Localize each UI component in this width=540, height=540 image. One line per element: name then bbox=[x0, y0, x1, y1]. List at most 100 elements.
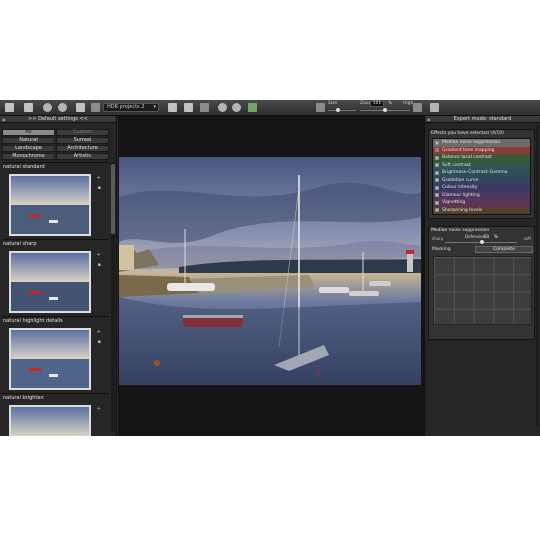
masking-select[interactable]: Complete bbox=[475, 246, 533, 253]
defensive-slider-row: sharp Defensive 50 % soft bbox=[429, 234, 534, 246]
effect-checkbox[interactable] bbox=[435, 170, 439, 175]
settings-icon[interactable] bbox=[200, 103, 209, 112]
size-slider[interactable] bbox=[328, 110, 356, 111]
trash-icon[interactable]: ▪ bbox=[98, 339, 101, 345]
print-icon[interactable] bbox=[184, 103, 193, 112]
effect-label: Soft contrast bbox=[442, 162, 471, 168]
zoom-input[interactable]: 101 bbox=[370, 101, 384, 107]
plus-icon[interactable]: + bbox=[97, 175, 101, 181]
preset-item[interactable]: natural highlight details + ▪ bbox=[2, 316, 109, 391]
effect-checkbox[interactable] bbox=[435, 200, 439, 205]
category-landscape[interactable]: Landscape bbox=[2, 145, 55, 152]
effect-label: Gradation curve bbox=[442, 177, 479, 183]
category-all[interactable]: All bbox=[2, 129, 55, 136]
compare-icon[interactable] bbox=[43, 103, 52, 112]
category-architecture[interactable]: Architecture bbox=[56, 145, 109, 152]
effect-glamour[interactable]: Glamour lighting bbox=[433, 191, 530, 199]
effect-checkbox[interactable] bbox=[435, 155, 439, 160]
median-settings-box: Median noise suppression sharp Defensive… bbox=[428, 226, 535, 340]
export-icon[interactable] bbox=[168, 103, 177, 112]
preset-select-value: HDR projects 2 bbox=[107, 104, 145, 110]
preset-thumbnail[interactable] bbox=[9, 251, 91, 313]
masking-value: Complete bbox=[493, 247, 515, 252]
effect-checkbox[interactable] bbox=[435, 140, 439, 145]
preset-name: natural brighten bbox=[3, 395, 44, 401]
globe-icon[interactable] bbox=[58, 103, 67, 112]
crop-icon[interactable] bbox=[91, 103, 100, 112]
effect-label: Glamour lighting bbox=[442, 192, 480, 198]
image-canvas[interactable] bbox=[118, 116, 424, 436]
pin-icon[interactable]: ◉ bbox=[2, 116, 6, 123]
effect-label: Balance local contrast bbox=[442, 155, 492, 161]
zoom-value: 101 bbox=[372, 101, 382, 106]
info-icon[interactable] bbox=[218, 103, 227, 112]
chevron-down-icon: ▾ bbox=[153, 104, 156, 110]
preset-thumbnail[interactable] bbox=[9, 174, 91, 236]
trash-icon[interactable]: ▪ bbox=[98, 185, 101, 191]
effect-gradient-tone[interactable]: Gradient tone mapping bbox=[433, 146, 530, 154]
logo-icon bbox=[248, 103, 257, 112]
expert-header-title: Expert mode: standard bbox=[453, 116, 512, 122]
effect-label: Median noise suppression bbox=[442, 140, 501, 146]
new-icon[interactable] bbox=[5, 103, 14, 112]
effect-label: Vignetting bbox=[442, 200, 466, 206]
preset-select[interactable]: HDR projects 2 ▾ bbox=[103, 103, 159, 112]
preset-thumbnail[interactable] bbox=[9, 328, 91, 390]
effect-vignetting[interactable]: Vignetting bbox=[433, 199, 530, 207]
category-artistic[interactable]: Artistic bbox=[56, 153, 109, 160]
plus-icon[interactable]: + bbox=[97, 406, 101, 412]
preset-thumbnail[interactable] bbox=[9, 405, 91, 436]
effect-checkbox[interactable] bbox=[435, 185, 439, 190]
save-icon[interactable] bbox=[76, 103, 85, 112]
preset-list: natural standard + ▪ natural sharp + ▪ n… bbox=[2, 162, 109, 436]
preset-item[interactable]: natural standard + ▪ bbox=[2, 162, 109, 237]
thumbnail-image bbox=[11, 407, 89, 436]
harbour-photo bbox=[119, 157, 421, 385]
effect-sharpening[interactable]: Sharpening levels bbox=[433, 206, 530, 214]
effect-local-contrast[interactable]: Balance local contrast bbox=[433, 154, 530, 162]
category-natural[interactable]: Natural bbox=[2, 137, 55, 144]
effect-checkbox[interactable] bbox=[435, 208, 439, 213]
open-icon[interactable] bbox=[24, 103, 33, 112]
effect-gradation-curve[interactable]: Gradation curve bbox=[433, 176, 530, 184]
presets-panel-header: ◉ >> Default settings << bbox=[0, 116, 116, 123]
expert-panel-scrollbar[interactable] bbox=[536, 126, 539, 426]
masking-label: Masking bbox=[432, 247, 451, 252]
category-surreal[interactable]: Surreal bbox=[56, 137, 109, 144]
zoom-out-icon[interactable] bbox=[316, 103, 325, 112]
preset-item[interactable]: natural sharp + ▪ bbox=[2, 239, 109, 314]
zoom-slider-knob[interactable] bbox=[383, 108, 387, 112]
preset-list-scrollbar[interactable] bbox=[111, 162, 115, 432]
plus-icon[interactable]: + bbox=[97, 329, 101, 335]
effect-label: Brightness–Contrast–Gamma bbox=[442, 170, 508, 176]
app-window: HDR projects 2 ▾ Size Zoom 101 % High ◉ … bbox=[0, 100, 540, 436]
scrollbar-thumb[interactable] bbox=[111, 164, 115, 234]
defensive-slider-knob[interactable] bbox=[480, 240, 484, 244]
effect-checkbox[interactable] bbox=[435, 193, 439, 198]
trash-icon[interactable]: ▪ bbox=[98, 262, 101, 268]
category-custom[interactable]: Custom bbox=[56, 129, 109, 136]
plus-icon[interactable]: + bbox=[97, 252, 101, 258]
size-label: Size bbox=[328, 101, 338, 106]
pin-icon[interactable]: ◉ bbox=[427, 116, 431, 123]
thumbnail-image bbox=[11, 176, 89, 234]
main-photo[interactable] bbox=[119, 157, 421, 385]
effects-title: Effects you have selected (4/10) bbox=[431, 131, 504, 136]
masking-curve-graph[interactable] bbox=[433, 256, 532, 325]
size-slider-knob[interactable] bbox=[336, 108, 340, 112]
undo-icon[interactable] bbox=[430, 103, 439, 112]
effect-checkbox[interactable] bbox=[435, 163, 439, 168]
category-grid: All Custom Natural Surreal Landscape Arc… bbox=[2, 129, 109, 160]
effect-colour-intensity[interactable]: Colour intensity bbox=[433, 184, 530, 192]
effect-checkbox[interactable] bbox=[435, 178, 439, 183]
category-monochrome[interactable]: Monochrome bbox=[2, 153, 55, 160]
effect-checkbox[interactable] bbox=[435, 148, 439, 153]
help-icon[interactable] bbox=[232, 103, 241, 112]
effect-bcg[interactable]: Brightness–Contrast–Gamma bbox=[433, 169, 530, 177]
effect-median-noise[interactable]: Median noise suppression bbox=[433, 139, 530, 147]
effect-soft-contrast[interactable]: Soft contrast bbox=[433, 161, 530, 169]
zoom-in-icon[interactable] bbox=[413, 103, 422, 112]
effect-label: Colour intensity bbox=[442, 185, 478, 191]
preset-name: natural sharp bbox=[3, 241, 37, 247]
preset-item[interactable]: natural brighten + bbox=[2, 393, 109, 436]
